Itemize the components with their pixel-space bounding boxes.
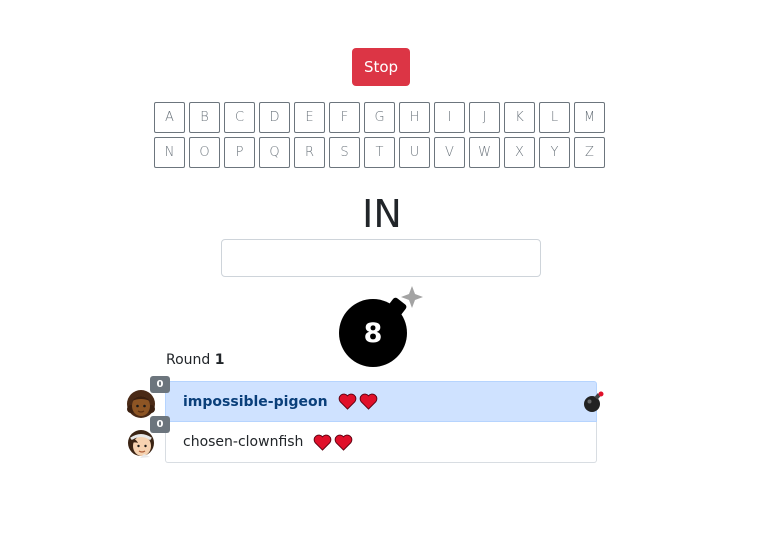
player-row-active: 0 impossible-pigeon (127, 376, 604, 422)
letter-tile: Z (574, 137, 605, 168)
letter-tile: S (329, 137, 360, 168)
letter-tile: J (469, 102, 500, 133)
heart-icon (338, 393, 356, 410)
letter-tile: F (329, 102, 360, 133)
letter-tile: L (539, 102, 570, 133)
letter-tile: P (224, 137, 255, 168)
round-indicator: Round 1 (166, 352, 225, 368)
letter-tile: O (189, 137, 220, 168)
letter-tile: R (294, 137, 325, 168)
alphabet-row-1: A B C D E F G H I J K L M (154, 102, 606, 133)
letter-tile: N (154, 137, 185, 168)
player-list: 0 impossible-pigeon 0 chosen-clownfish (127, 376, 604, 463)
syllable-prompt: IN (362, 192, 402, 236)
heart-icon (314, 434, 332, 451)
letter-tile: V (434, 137, 465, 168)
alphabet-board: A B C D E F G H I J K L M N O P Q R S T … (154, 102, 606, 172)
bomb-countdown: 8 (363, 318, 383, 349)
player-name: impossible-pigeon (183, 393, 328, 410)
round-number: 1 (214, 352, 225, 368)
letter-tile: C (224, 102, 255, 133)
word-input[interactable] (221, 239, 541, 277)
heart-icon (335, 434, 353, 451)
score-badge: 0 (150, 416, 170, 433)
letter-tile: X (504, 137, 535, 168)
stop-button[interactable]: Stop (352, 48, 410, 86)
letter-tile: E (294, 102, 325, 133)
letter-tile: A (154, 102, 185, 133)
lives-indicator (313, 434, 353, 451)
player-row: 0 chosen-clownfish (128, 416, 597, 463)
heart-icon (359, 393, 377, 410)
letter-tile: D (259, 102, 290, 133)
letter-tile: B (189, 102, 220, 133)
letter-tile: T (364, 137, 395, 168)
letter-tile: I (434, 102, 465, 133)
letter-tile: Q (259, 137, 290, 168)
score-badge: 0 (150, 376, 170, 393)
letter-tile: M (574, 102, 605, 133)
letter-tile: U (399, 137, 430, 168)
avatar-kid-headband-icon (128, 430, 154, 458)
alphabet-row-2: N O P Q R S T U V W X Y Z (154, 137, 606, 168)
letter-tile: W (469, 137, 500, 168)
letter-tile: H (399, 102, 430, 133)
bomb-holder-icon (584, 391, 604, 412)
avatar-girl-braids-icon (127, 390, 155, 418)
letter-tile: G (364, 102, 395, 133)
letter-tile: Y (539, 137, 570, 168)
round-label: Round (166, 352, 211, 368)
player-name: chosen-clownfish (183, 434, 304, 450)
lives-indicator (338, 393, 378, 410)
letter-tile: K (504, 102, 535, 133)
